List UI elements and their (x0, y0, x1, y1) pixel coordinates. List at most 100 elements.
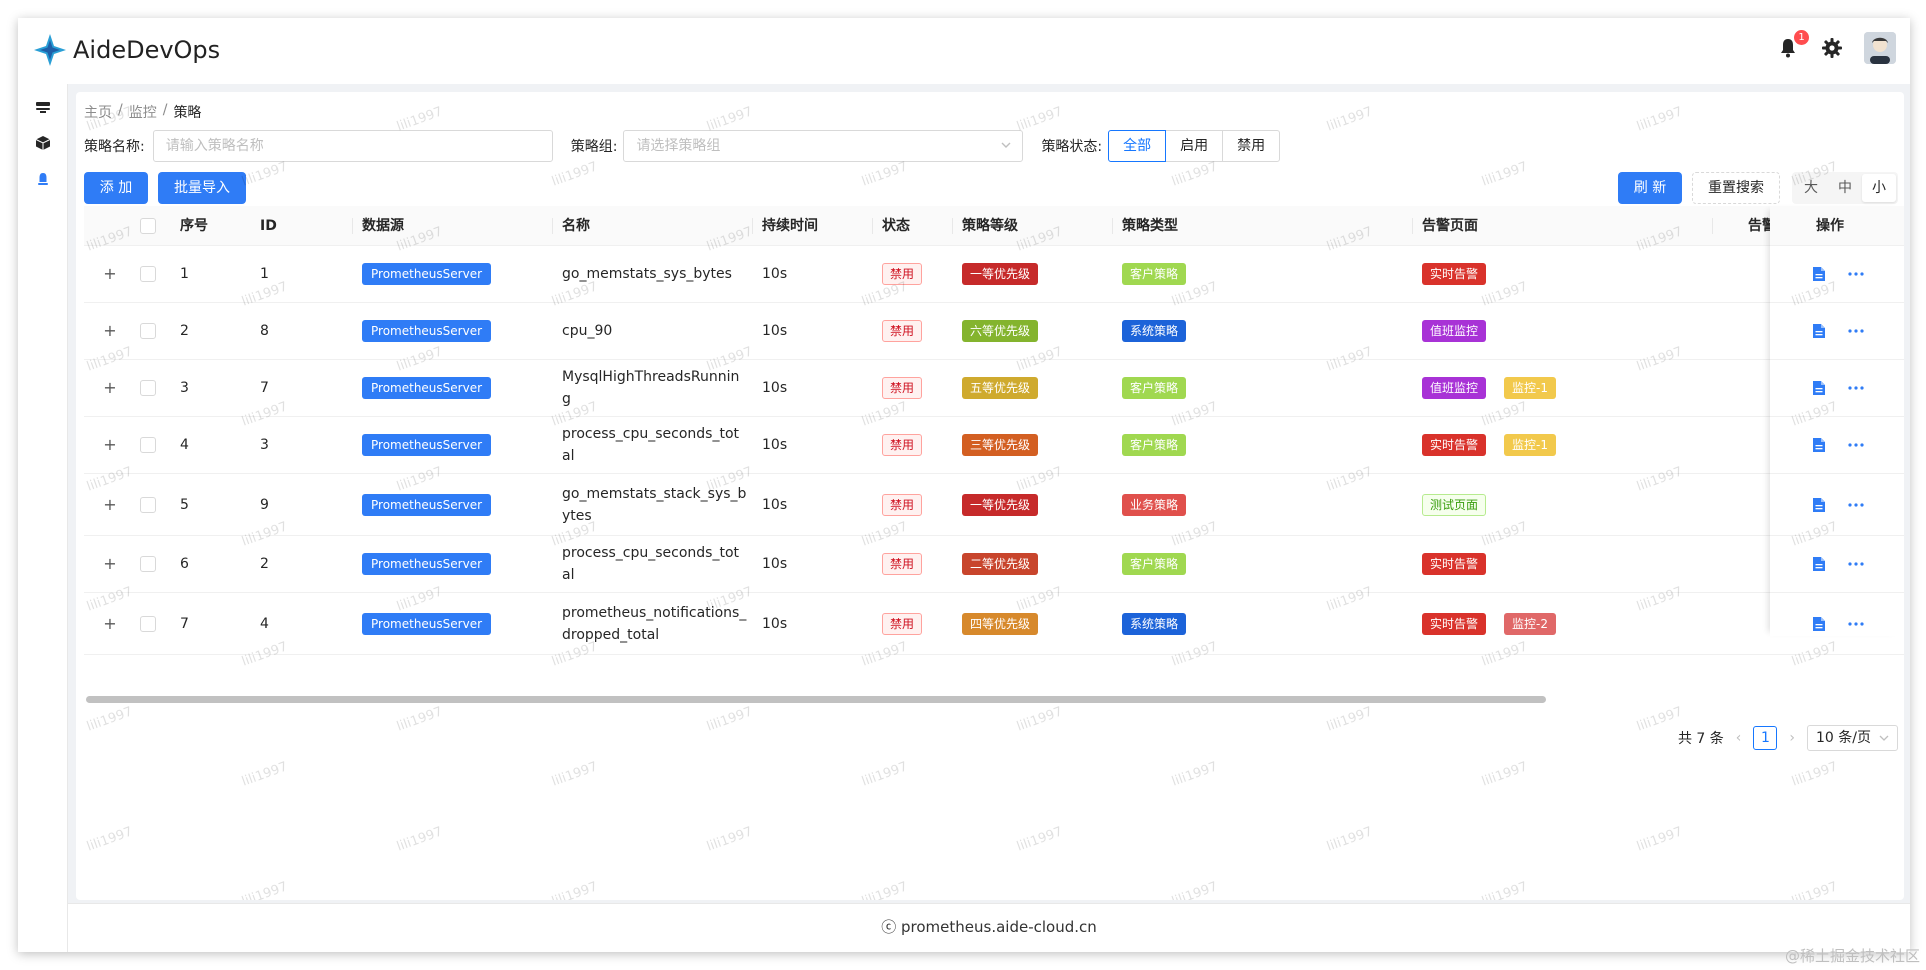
more-icon[interactable] (1848, 621, 1864, 626)
add-button[interactable]: 添 加 (84, 172, 148, 204)
expand-row-icon[interactable]: + (102, 323, 118, 339)
more-icon[interactable] (1848, 386, 1864, 390)
page-size-select[interactable]: 10 条/页 (1807, 725, 1898, 751)
horizontal-scrollbar[interactable] (86, 696, 1546, 703)
strategy-name: prometheus_notifications_dropped_total (562, 604, 747, 643)
more-icon[interactable] (1848, 443, 1864, 447)
breadcrumb-monitor[interactable]: 监控 (129, 102, 157, 122)
expand-row-icon[interactable]: + (102, 556, 118, 572)
reset-search-button[interactable]: 重置搜索 (1692, 172, 1780, 204)
row-checkbox[interactable] (140, 437, 156, 453)
more-icon[interactable] (1848, 562, 1864, 566)
watermark-text: lili1997 (704, 704, 755, 735)
size-medium[interactable]: 中 (1828, 174, 1862, 202)
row-index: 1 (180, 266, 189, 282)
more-icon[interactable] (1848, 329, 1864, 333)
expand-row-icon[interactable]: + (102, 380, 118, 396)
datasource-tag: PrometheusServer (362, 263, 492, 285)
group-filter-label: 策略组: (570, 139, 618, 155)
watermark-text: lili1997 (1634, 104, 1685, 135)
next-page-icon[interactable]: › (1789, 730, 1795, 746)
watermark-text: lili1997 (704, 824, 755, 855)
table-row: + 1 1 PrometheusServer go_memstats_sys_b… (84, 246, 1904, 303)
status-option-disabled[interactable]: 禁用 (1222, 130, 1281, 162)
server-icon (36, 102, 50, 113)
table-header: 序号 ID 数据源 名称 持续时间 状态 策略等级 策略类型 告警页面 告警 (84, 206, 1904, 246)
alarm-page-tag: 值班监控 (1422, 320, 1487, 342)
row-checkbox[interactable] (140, 615, 156, 632)
row-actions (1770, 246, 1904, 303)
table-row: + 6 2 PrometheusServer process_cpu_secon… (84, 536, 1904, 593)
document-icon[interactable] (1812, 437, 1826, 453)
type-tag: 系统策略 (1122, 320, 1187, 342)
level-tag: 一等优先级 (962, 493, 1039, 516)
status-option-enabled[interactable]: 启用 (1165, 130, 1224, 162)
alarm-page-tag: 测试页面 (1422, 493, 1487, 516)
type-tag: 业务策略 (1122, 493, 1187, 516)
sidebar-item-resources[interactable] (30, 130, 56, 156)
table-row: + 5 9 PrometheusServer go_memstats_stack… (84, 474, 1904, 536)
expand-row-icon[interactable]: + (102, 615, 118, 632)
size-large[interactable]: 大 (1794, 174, 1828, 202)
document-icon[interactable] (1812, 497, 1826, 513)
row-duration: 10s (762, 437, 788, 453)
batch-import-button[interactable]: 批量导入 (158, 172, 246, 204)
strategy-name-input[interactable]: 请输入策略名称 (152, 130, 553, 162)
sidebar-item-monitor[interactable] (30, 166, 56, 192)
expand-row-icon[interactable]: + (102, 437, 118, 453)
strategy-group-select[interactable]: 请选择策略组 (623, 130, 1024, 162)
row-id: 1 (260, 266, 269, 282)
datasource-tag: PrometheusServer (362, 493, 492, 516)
watermark-text: lili1997 (1479, 159, 1530, 190)
top-header: AideDevOps 1 (18, 18, 1910, 84)
sidebar-item-dashboard[interactable] (30, 94, 56, 120)
breadcrumb: 主页 / 监控 / 策略 (84, 102, 202, 122)
user-avatar[interactable] (1864, 32, 1896, 64)
refresh-button[interactable]: 刷 新 (1618, 172, 1682, 204)
document-icon[interactable] (1812, 616, 1826, 632)
row-checkbox[interactable] (140, 556, 156, 572)
document-icon[interactable] (1812, 380, 1826, 396)
pagination: 共 7 条 ‹ 1 › 10 条/页 (1678, 724, 1898, 752)
more-icon[interactable] (1848, 502, 1864, 507)
watermark-text: lili1997 (239, 759, 290, 790)
watermark-text: lili1997 (1479, 759, 1530, 790)
strategy-table: 序号 ID 数据源 名称 持续时间 状态 策略等级 策略类型 告警页面 告警 +… (84, 206, 1904, 655)
expand-row-icon[interactable]: + (102, 266, 118, 282)
header-type: 策略类型 (1122, 218, 1178, 234)
page-number[interactable]: 1 (1753, 726, 1778, 750)
datasource-tag: PrometheusServer (362, 553, 492, 575)
size-small[interactable]: 小 (1862, 174, 1896, 202)
select-all-checkbox[interactable] (140, 218, 156, 234)
header-datasource: 数据源 (362, 218, 404, 234)
row-duration: 10s (762, 615, 788, 632)
watermark-text: lili1997 (549, 159, 600, 190)
chevron-down-icon (1879, 735, 1889, 741)
row-checkbox[interactable] (140, 380, 156, 396)
row-checkbox[interactable] (140, 266, 156, 282)
name-filter-label: 策略名称: (84, 139, 145, 155)
notification-bell-icon[interactable]: 1 (1776, 30, 1809, 60)
expand-row-icon[interactable]: + (102, 496, 118, 513)
row-checkbox[interactable] (140, 323, 156, 339)
header-status: 状态 (882, 218, 910, 234)
row-checkbox[interactable] (140, 496, 156, 513)
document-icon[interactable] (1812, 266, 1826, 282)
document-icon[interactable] (1812, 556, 1826, 572)
watermark-text: lili1997 (549, 759, 600, 790)
watermark-text: lili1997 (394, 704, 445, 735)
status-option-all[interactable]: 全部 (1108, 130, 1167, 162)
header-actions: 操作 (1770, 206, 1904, 246)
watermark-text: lili1997 (1324, 824, 1375, 855)
row-id: 7 (260, 380, 269, 396)
gear-icon[interactable] (1820, 36, 1844, 60)
cube-icon (35, 136, 51, 150)
breadcrumb-home[interactable]: 主页 (84, 102, 112, 122)
watermark-text: lili1997 (84, 704, 135, 735)
prev-page-icon[interactable]: ‹ (1736, 730, 1742, 746)
more-icon[interactable] (1848, 272, 1864, 276)
row-actions (1770, 474, 1904, 536)
row-duration: 10s (762, 266, 788, 282)
document-icon[interactable] (1812, 323, 1826, 339)
row-id: 2 (260, 556, 269, 572)
